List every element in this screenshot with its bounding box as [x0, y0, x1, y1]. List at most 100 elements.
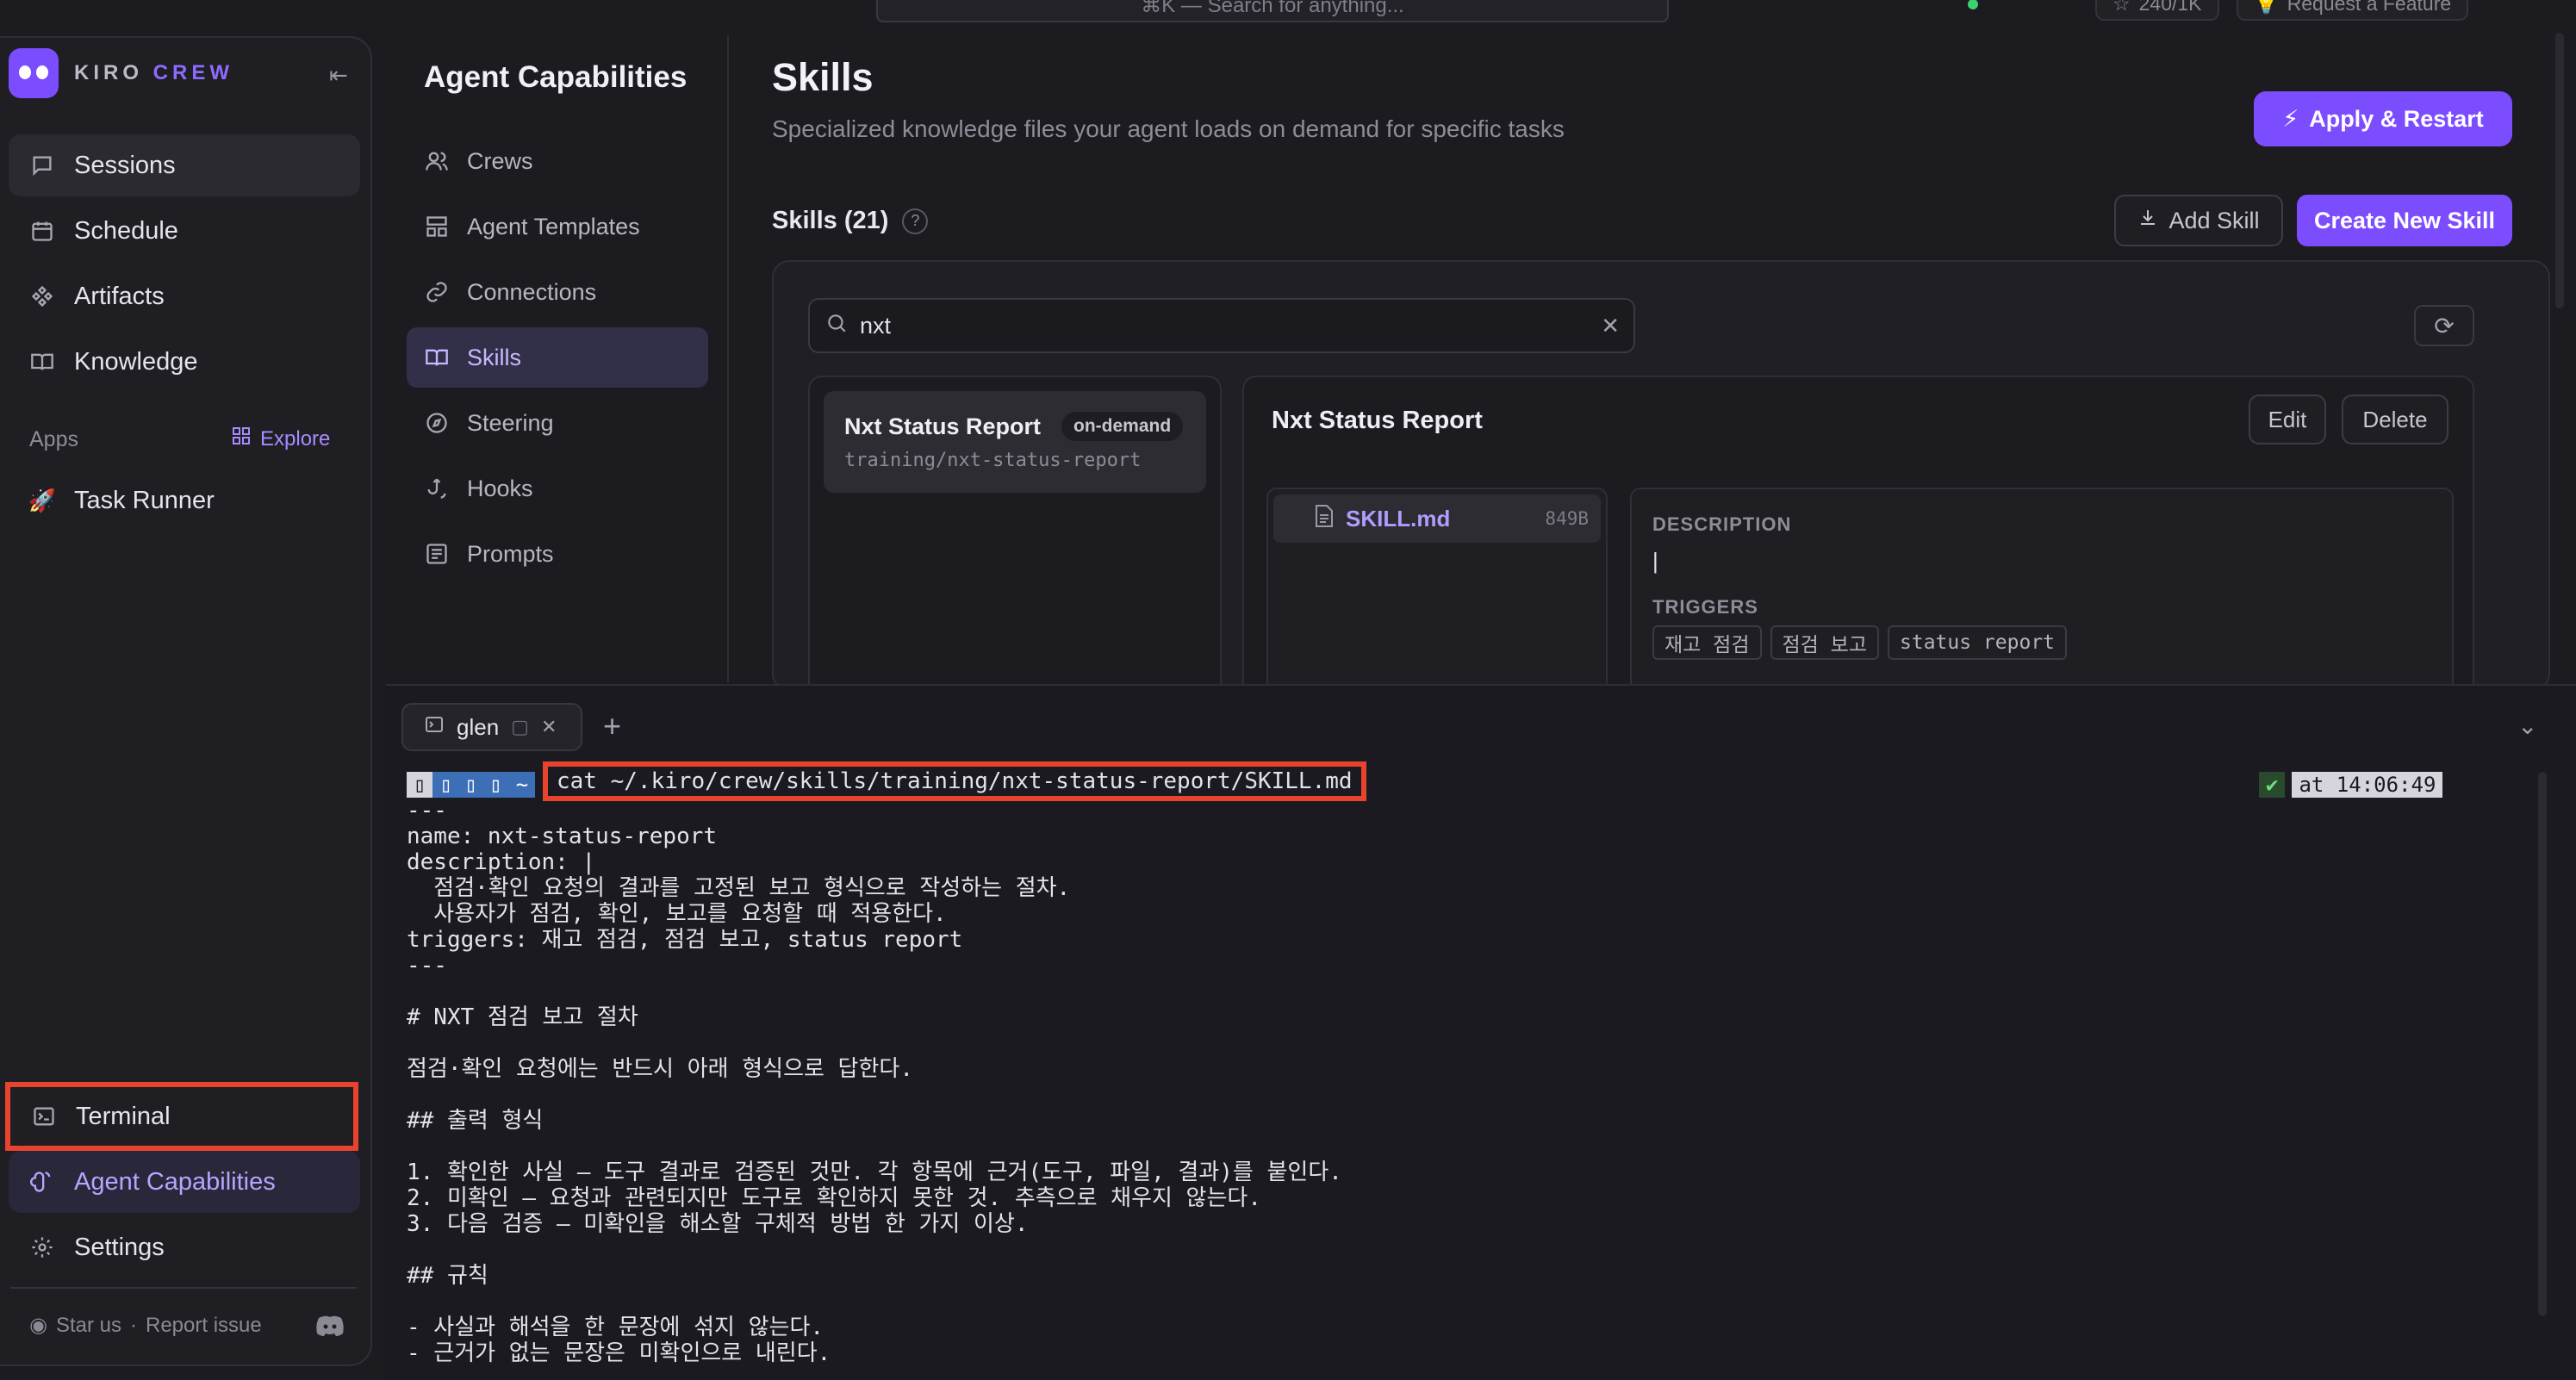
capability-item-crews[interactable]: Crews [407, 131, 708, 191]
report-issue-link[interactable]: Report issue [146, 1314, 262, 1338]
apply-restart-button[interactable]: ⚡ Apply & Restart [2254, 91, 2512, 146]
brand-name: KIRO CREW [74, 61, 233, 84]
skill-item-path: training/nxt-status-report [844, 450, 1142, 471]
terminal-output-line: ## 출력 형식 [407, 1108, 544, 1134]
terminal-output-line: description: | [407, 849, 596, 875]
trigger-tag: status report [1888, 625, 2068, 660]
capability-item-connections[interactable]: Connections [407, 262, 708, 322]
sidebar-item-sessions[interactable]: Sessions [9, 134, 360, 196]
grid-icon [231, 426, 252, 452]
star-icon: ☆ [2112, 0, 2131, 15]
request-feature-button[interactable]: 💡 Request a Feature [2237, 0, 2469, 21]
terminal-output-line: - 사실과 해석을 한 문장에 섞지 않는다. [407, 1315, 824, 1340]
file-item-skill-md[interactable]: SKILL.md 849B [1273, 494, 1601, 543]
global-search-input[interactable]: ⌘K — Search for anything... [876, 0, 1669, 22]
triggers-list: 재고 점검 점검 보고 status report [1652, 625, 2068, 660]
lightning-icon: ⚡ [2282, 105, 2299, 132]
add-skill-button[interactable]: Add Skill [2114, 195, 2283, 246]
explore-apps-link[interactable]: Explore [231, 426, 330, 452]
skills-count-heading: Skills (21) ? [772, 207, 929, 235]
status-dot-icon [1968, 0, 1978, 9]
terminal-icon [31, 1103, 57, 1129]
sidebar-item-schedule[interactable]: Schedule [9, 200, 360, 262]
triggers-label: TRIGGERS [1652, 596, 1758, 618]
help-icon[interactable]: ? [902, 208, 929, 234]
page-scrollbar[interactable] [2555, 33, 2564, 308]
capability-item-agent-templates[interactable]: Agent Templates [407, 196, 708, 257]
terminal-tab[interactable]: glen ▢ ✕ [401, 703, 582, 751]
file-size: 849B [1545, 508, 1589, 529]
skill-item-name: Nxt Status Report [844, 413, 1042, 439]
page-subtitle: Specialized knowledge files your agent l… [772, 115, 1565, 142]
sidebar-footer: ◉ Star us · Report issue [29, 1313, 262, 1338]
sidebar-item-terminal[interactable]: Terminal [5, 1082, 358, 1151]
discord-icon[interactable] [315, 1315, 346, 1337]
capability-item-hooks[interactable]: Hooks [407, 458, 708, 519]
sidebar-item-artifacts[interactable]: Artifacts [9, 265, 360, 327]
chevron-down-icon[interactable]: ⌄ [2517, 712, 2537, 740]
terminal-output-line: 2. 미확인 — 요청과 관련되지만 도구로 확인하지 못한 것. 추측으로 채… [407, 1185, 1261, 1211]
terminal-output-line: 1. 확인한 사실 — 도구 결과로 검증된 것만. 각 항목에 근거(도구, … [407, 1159, 1342, 1185]
sidebar-item-task-runner[interactable]: 🚀 Task Runner [9, 469, 360, 531]
file-icon [1315, 504, 1334, 533]
artifacts-icon [29, 283, 55, 309]
search-icon [825, 312, 848, 340]
sidebar-divider [10, 1287, 357, 1289]
terminal-output-line: --- [407, 953, 447, 979]
apps-section-label: Apps [29, 427, 78, 451]
prompt-time: at 14:06:49 [2292, 772, 2443, 798]
split-icon[interactable]: ▢ [511, 716, 529, 738]
capability-item-prompts[interactable]: Prompts [407, 524, 708, 584]
status-check-icon: ✔ [2259, 772, 2286, 798]
terminal-output-line: 점검·확인 요청에는 반드시 아래 형식으로 답한다. [407, 1056, 913, 1082]
terminal-scrollbar[interactable] [2538, 772, 2547, 1316]
terminal-output-line: - 근거가 없는 문장은 미확인으로 내린다. [407, 1340, 831, 1366]
terminal-output-line: triggers: 재고 점검, 점검 보고, status report [407, 927, 963, 953]
edit-skill-button[interactable]: Edit [2249, 395, 2326, 444]
delete-skill-button[interactable]: Delete [2342, 395, 2448, 444]
compass-icon [424, 410, 450, 436]
clear-search-icon[interactable]: ✕ [1601, 313, 1620, 339]
terminal-command-highlight: cat ~/.kiro/crew/skills/training/nxt-sta… [543, 761, 1366, 801]
create-new-skill-button[interactable]: Create New Skill [2297, 195, 2512, 246]
sidebar-item-agent-capabilities[interactable]: Agent Capabilities [9, 1151, 360, 1213]
kiro-logo-icon [9, 48, 59, 98]
refresh-icon[interactable]: ⟳ [2414, 305, 2474, 346]
brand: KIRO CREW [9, 48, 233, 98]
template-icon [424, 214, 450, 239]
prompt-icon [424, 541, 450, 567]
capability-item-steering[interactable]: Steering [407, 393, 708, 453]
shell-prompt: ▯ ▯ ▯ ▯ ~ [407, 772, 536, 798]
terminal-output-line: 점검·확인 요청의 결과를 고정된 보고 형식으로 작성하는 절차. [407, 875, 1071, 901]
skills-search-input[interactable]: nxt ✕ [808, 298, 1635, 353]
sidebar-item-knowledge[interactable]: Knowledge [9, 331, 360, 393]
github-stars-chip[interactable]: ☆ 240/1K [2095, 0, 2219, 21]
terminal-command: cat ~/.kiro/crew/skills/training/nxt-sta… [557, 768, 1353, 794]
description-value: | [1652, 548, 1658, 574]
sidebar-item-settings[interactable]: Settings [9, 1216, 360, 1278]
star-us-link[interactable]: Star us [56, 1314, 121, 1338]
trigger-tag: 재고 점검 [1652, 625, 1762, 660]
skill-detail-title: Nxt Status Report [1272, 407, 1483, 434]
skill-mode-badge: on-demand [1061, 412, 1184, 441]
rocket-icon: 🚀 [28, 487, 57, 513]
capabilities-title: Agent Capabilities [424, 60, 688, 94]
skill-list-item[interactable] [824, 391, 1206, 493]
capability-item-skills[interactable]: Skills [407, 327, 708, 388]
terminal-output-line: ## 규칙 [407, 1263, 488, 1289]
shell-right-prompt: ✔ at 14:06:49 [2259, 772, 2443, 798]
gear-icon [29, 1234, 55, 1260]
new-terminal-tab-icon[interactable]: + [603, 708, 621, 744]
terminal-output-line: # NXT 점검 보고 절차 [407, 1004, 638, 1030]
collapse-sidebar-icon[interactable]: ⇤ [329, 62, 355, 88]
users-icon [424, 148, 450, 174]
hook-icon [424, 476, 450, 501]
terminal-icon [424, 714, 445, 741]
close-tab-icon[interactable]: ✕ [541, 716, 557, 738]
brain-icon [29, 1169, 55, 1195]
